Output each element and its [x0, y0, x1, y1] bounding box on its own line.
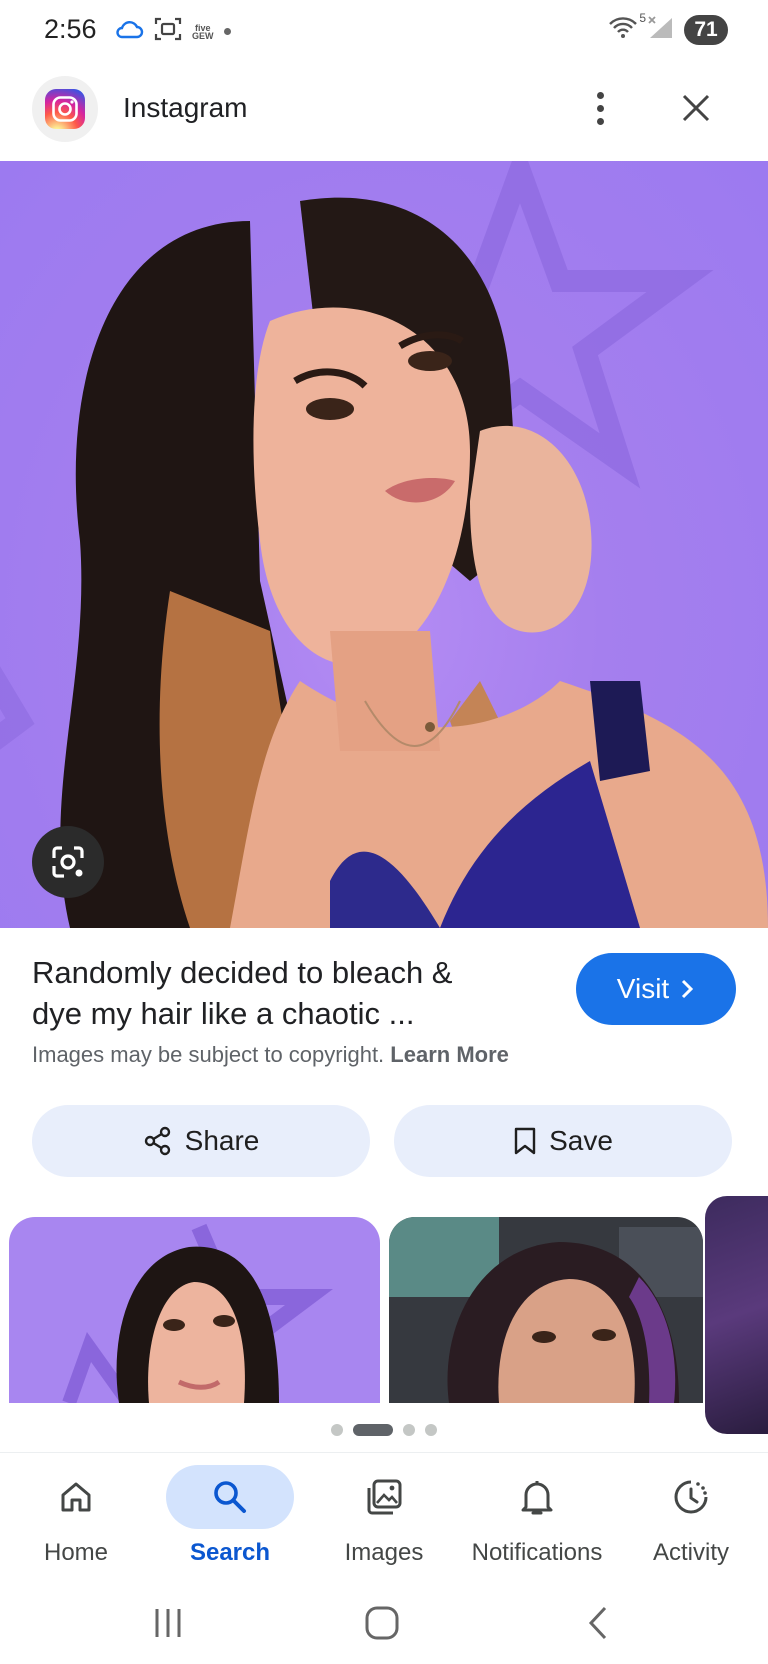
save-label: Save — [549, 1125, 613, 1156]
wifi-superscript: 5 — [639, 11, 646, 25]
visit-button[interactable]: Visit — [576, 953, 736, 1025]
share-button[interactable]: Share — [32, 1105, 370, 1177]
app-header: Instagram — [0, 70, 768, 146]
status-icons-right: 5 71 — [608, 11, 728, 45]
chevron-right-icon — [682, 979, 694, 999]
nav-search-label: Search — [189, 1539, 271, 1566]
copyright-notice: Images may be subject to copyright. Lear… — [32, 1042, 509, 1068]
home-icon — [61, 1482, 91, 1512]
source-site-name[interactable]: Instagram — [123, 92, 248, 124]
close-icon[interactable] — [674, 86, 718, 130]
screenshot-icon — [154, 16, 182, 47]
share-label: Share — [184, 1125, 260, 1156]
battery-indicator: 71 — [684, 14, 728, 45]
nav-images[interactable]: Images — [320, 1453, 448, 1583]
save-button[interactable]: Save — [394, 1105, 732, 1177]
related-image-1[interactable] — [9, 1217, 380, 1403]
system-navigation-bar — [0, 1582, 768, 1664]
bottom-navigation: Home Search Images Notifications Activit… — [0, 1452, 768, 1582]
visit-label: Visit — [616, 973, 670, 1004]
learn-more-link[interactable]: Learn More — [390, 1042, 509, 1067]
pager-dot-active[interactable] — [353, 1424, 393, 1436]
home-circle-icon[interactable] — [352, 1598, 412, 1648]
nav-home[interactable]: Home — [12, 1453, 140, 1583]
pager-dot[interactable] — [425, 1424, 437, 1436]
result-title[interactable]: Randomly decided to bleach & dye my hair… — [32, 952, 502, 1034]
nav-notifications[interactable]: Notifications — [455, 1453, 619, 1583]
pager-dot[interactable] — [403, 1424, 415, 1436]
status-icons-left: five GEW — [114, 16, 231, 47]
related-image-3[interactable] — [705, 1196, 768, 1434]
copyright-text: Images may be subject to copyright. — [32, 1042, 385, 1067]
nav-home-label: Home — [43, 1539, 109, 1566]
carousel-pager — [0, 1424, 768, 1436]
nav-images-label: Images — [344, 1539, 424, 1566]
instagram-logo[interactable] — [32, 76, 98, 142]
recent-apps-icon[interactable] — [138, 1598, 198, 1648]
lens-icon — [52, 846, 84, 878]
result-image-illustration — [0, 161, 768, 928]
result-image[interactable] — [0, 161, 768, 928]
search-icon — [214, 1481, 246, 1513]
nav-activity[interactable]: Activity — [627, 1453, 755, 1583]
activity-icon — [674, 1480, 708, 1514]
more-vert-icon[interactable] — [580, 84, 620, 132]
images-icon — [367, 1479, 402, 1515]
five-gew-line2: GEW — [192, 30, 214, 41]
nav-activity-label: Activity — [652, 1539, 729, 1566]
related-image-2[interactable] — [389, 1217, 703, 1403]
instagram-logo-tile — [45, 89, 85, 129]
pager-dot[interactable] — [331, 1424, 343, 1436]
wifi-icon: 5 — [608, 11, 646, 44]
nav-search[interactable]: Search — [166, 1453, 294, 1583]
bookmark-icon — [514, 1127, 536, 1155]
nav-notifications-label: Notifications — [471, 1539, 603, 1566]
lens-search-button[interactable] — [32, 826, 104, 898]
back-icon[interactable] — [568, 1598, 628, 1648]
share-icon — [144, 1126, 170, 1156]
five-gew-icon: five GEW — [192, 23, 214, 41]
signal-icon — [646, 14, 676, 45]
dot-icon — [223, 28, 231, 35]
status-time: 2:56 — [44, 14, 97, 44]
status-bar: 2:56 five GEW 5 71 — [0, 0, 768, 62]
bell-icon — [521, 1481, 553, 1515]
cloud-icon — [114, 18, 144, 45]
